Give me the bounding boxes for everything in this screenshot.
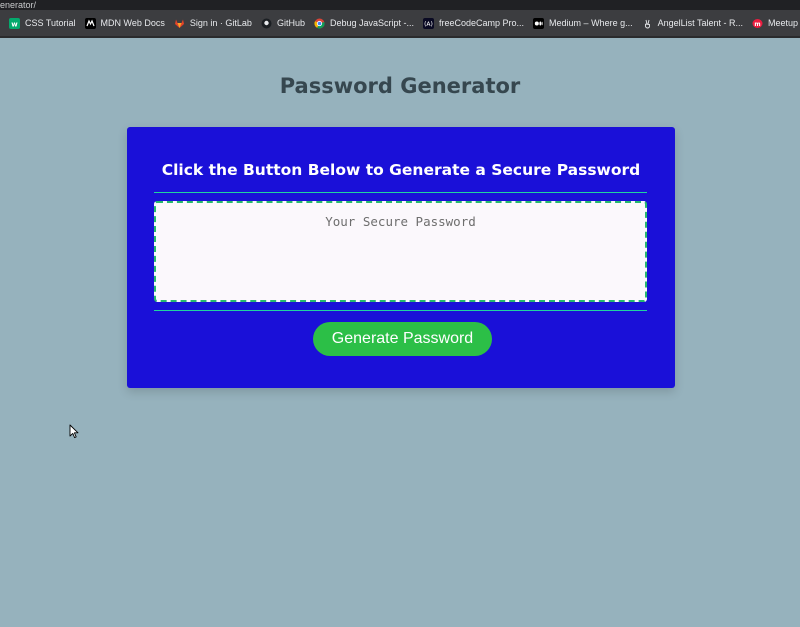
- svg-text:(A): (A): [424, 21, 433, 28]
- bookmark-label: Sign in · GitLab: [189, 18, 252, 28]
- bookmark-label: GitHub: [276, 18, 305, 28]
- bookmark-label: MDN Web Docs: [100, 18, 165, 28]
- card-divider-bottom: [154, 310, 647, 311]
- svg-text:w: w: [11, 20, 18, 28]
- bookmark-medium[interactable]: Medium – Where g...: [533, 10, 633, 36]
- chrome-icon: [314, 18, 325, 29]
- bookmark-label: AngelList Talent - R...: [657, 18, 743, 28]
- bookmark-label: Debug JavaScript -...: [329, 18, 414, 28]
- bookmark-gitlab[interactable]: Sign in · GitLab: [174, 10, 252, 36]
- angellist-icon: [642, 18, 653, 29]
- bookmark-label: Medium – Where g...: [549, 18, 633, 28]
- address-bar[interactable]: enerator/: [0, 0, 800, 10]
- bookmark-meetup[interactable]: m Meetup - We are w...: [752, 10, 800, 36]
- bookmark-angellist[interactable]: AngelList Talent - R...: [642, 10, 743, 36]
- bookmark-freecodecamp[interactable]: (A) freeCodeCamp Pro...: [423, 10, 524, 36]
- w3schools-icon: w: [9, 17, 20, 29]
- generate-password-button[interactable]: Generate Password: [313, 322, 492, 356]
- svg-text:m: m: [754, 20, 760, 27]
- bookmark-css-tutorial[interactable]: w CSS Tutorial: [9, 10, 76, 36]
- freecodecamp-icon: (A): [423, 17, 434, 29]
- page-title: Password Generator: [279, 74, 521, 98]
- github-icon: [261, 18, 272, 29]
- gitlab-icon: [174, 18, 185, 29]
- bookmark-label: Meetup - We are w...: [767, 18, 800, 28]
- bookmark-github[interactable]: GitHub: [261, 10, 305, 36]
- generator-card: Click the Button Below to Generate a Sec…: [127, 127, 675, 388]
- mouse-cursor-icon: [69, 424, 79, 439]
- password-output[interactable]: [154, 201, 647, 302]
- meetup-icon: m: [752, 18, 763, 29]
- bookmark-label: CSS Tutorial: [25, 18, 76, 28]
- bookmark-label: freeCodeCamp Pro...: [439, 18, 525, 28]
- card-header: Click the Button Below to Generate a Sec…: [161, 161, 641, 179]
- bookmarks-bar: w CSS Tutorial MDN Web Docs Sign in · Gi…: [0, 10, 800, 38]
- bookmark-debug-javascript[interactable]: Debug JavaScript -...: [314, 10, 414, 36]
- address-bar-text: enerator/: [0, 0, 37, 10]
- card-divider-top: [154, 192, 647, 193]
- bookmark-mdn[interactable]: MDN Web Docs: [84, 10, 165, 36]
- mdn-icon: [84, 17, 96, 29]
- medium-icon: [533, 17, 545, 29]
